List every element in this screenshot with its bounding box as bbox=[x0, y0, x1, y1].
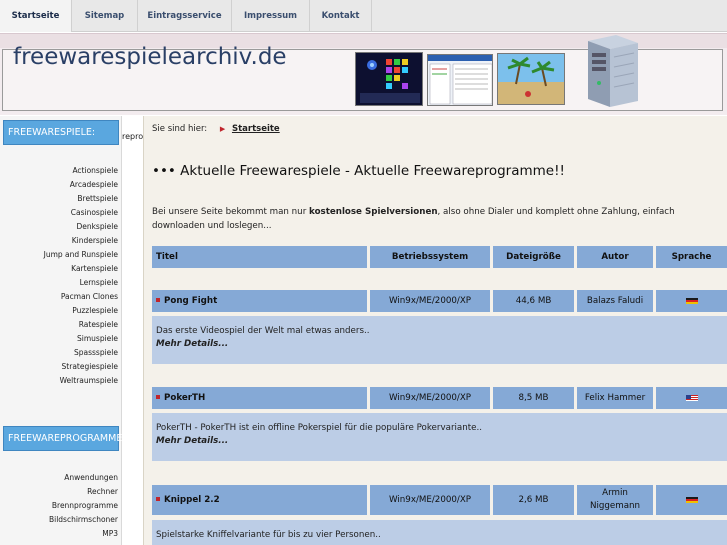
sidebar-item-ratespiele[interactable]: Ratespiele bbox=[0, 318, 120, 332]
sidebar-heading-freewareprogramme: FREEWAREPROGRAMME: bbox=[3, 426, 126, 451]
sidebar-item-strategiespiele[interactable]: Strategiespiele bbox=[0, 360, 120, 374]
column-header-betriebssystem: Betriebssystem bbox=[370, 246, 490, 268]
site-title[interactable]: freewarespielearchiv.de bbox=[13, 44, 287, 70]
language-cell bbox=[656, 485, 727, 515]
intro-text-bold: kostenlose Spielversionen bbox=[309, 207, 438, 217]
sidebar-item-pacman-clones[interactable]: Pacman Clones bbox=[0, 290, 120, 304]
us-flag-icon bbox=[685, 394, 698, 401]
server-tower-icon bbox=[574, 33, 644, 109]
game-title[interactable]: Pong Fight bbox=[164, 296, 217, 306]
sidebar-item-kinderspiele[interactable]: Kinderspiele bbox=[0, 234, 120, 248]
page-heading: ••• Aktuelle Freewarespiele - Aktuelle F… bbox=[152, 163, 565, 179]
sidebar-list-programs: Anwendungen Rechner Brennprogramme Bilds… bbox=[0, 471, 120, 541]
sidebar-item-rechner[interactable]: Rechner bbox=[0, 485, 120, 499]
game-description: Das erste Videospiel der Welt mal etwas … bbox=[152, 316, 727, 364]
sidebar-item-arcadespiele[interactable]: Arcadespiele bbox=[0, 178, 120, 192]
game-title[interactable]: PokerTH bbox=[164, 393, 205, 403]
game-description: Spielstarke Kniffelvariante für bis zu v… bbox=[152, 520, 727, 545]
sidebar-item-actionspiele[interactable]: Actionspiele bbox=[0, 164, 120, 178]
program-screenshot-art bbox=[428, 55, 492, 105]
description-text: Das erste Videospiel der Welt mal etwas … bbox=[156, 326, 370, 336]
game-screenshot-1-art bbox=[356, 53, 422, 105]
author-first-name: Armin bbox=[602, 488, 628, 498]
bullet-icon bbox=[156, 394, 160, 399]
sidebar-heading-freewarespiele: FREEWARESPIELE: bbox=[3, 120, 119, 145]
size-cell: 44,6 MB bbox=[493, 290, 574, 312]
description-text: Spielstarke Kniffelvariante für bis zu v… bbox=[156, 530, 381, 540]
program-screenshot bbox=[427, 54, 493, 106]
sidebar-item-casinospiele[interactable]: Casinospiele bbox=[0, 206, 120, 220]
author-cell: Armin Niggemann bbox=[577, 485, 653, 515]
nav-eintragsservice[interactable]: Eintragsservice bbox=[138, 0, 232, 32]
sidebar-item-anwendungen[interactable]: Anwendungen bbox=[0, 471, 120, 485]
sidebar-item-denkspiele[interactable]: Denkspiele bbox=[0, 220, 120, 234]
author-cell: Balazs Faludi bbox=[577, 290, 653, 312]
island-screenshot bbox=[497, 53, 565, 105]
sidebar-item-bildschirmschoner[interactable]: Bildschirmschoner bbox=[0, 513, 120, 527]
game-title-cell[interactable]: PokerTH bbox=[152, 387, 367, 409]
sidebar-item-kartenspiele[interactable]: Kartenspiele bbox=[0, 262, 120, 276]
sidebar-list-games: Actionspiele Arcadespiele Brettspiele Ca… bbox=[0, 164, 120, 388]
sidebar-item-brennprogramme[interactable]: Brennprogramme bbox=[0, 499, 120, 513]
intro-text-start: Bei unsere Seite bekommt man nur bbox=[152, 207, 310, 217]
sidebar: FREEWARESPIELE: Actionspiele Arcadespiel… bbox=[0, 116, 126, 545]
nav-sitemap[interactable]: Sitemap bbox=[72, 0, 138, 32]
nav-kontakt[interactable]: Kontakt bbox=[310, 0, 372, 32]
nav-impressum[interactable]: Impressum bbox=[232, 0, 310, 32]
game-title[interactable]: Knippel 2.2 bbox=[164, 495, 220, 505]
intro-text: Bei unsere Seite bekommt man nur kostenl… bbox=[152, 205, 724, 233]
column-header-titel: Titel bbox=[152, 246, 367, 268]
german-flag-icon bbox=[685, 297, 698, 304]
column-header-autor: Autor bbox=[577, 246, 653, 268]
os-cell: Win9x/ME/2000/XP bbox=[370, 485, 490, 515]
sidebar-item-weltraumspiele[interactable]: Weltraumspiele bbox=[0, 374, 120, 388]
game-description: PokerTH - PokerTH ist ein offline Pokers… bbox=[152, 413, 727, 461]
nav-startseite[interactable]: Startseite bbox=[0, 0, 72, 32]
sidebar-item-puzzlespiele[interactable]: Puzzlespiele bbox=[0, 304, 120, 318]
more-details-link[interactable]: Mehr Details... bbox=[156, 435, 723, 448]
breadcrumb-arrow-icon: ▶ bbox=[219, 125, 226, 133]
island-screenshot-art bbox=[498, 54, 564, 104]
bullet-icon bbox=[156, 496, 160, 501]
os-cell: Win9x/ME/2000/XP bbox=[370, 290, 490, 312]
bullet-icon bbox=[156, 297, 160, 302]
game-title-cell[interactable]: Pong Fight bbox=[152, 290, 367, 312]
description-text: PokerTH - PokerTH ist ein offline Pokers… bbox=[156, 423, 483, 433]
sidebar-item-brettspiele[interactable]: Brettspiele bbox=[0, 192, 120, 206]
author-cell: Felix Hammer bbox=[577, 387, 653, 409]
sidebar-item-spassspiele[interactable]: Spassspiele bbox=[0, 346, 120, 360]
size-cell: 8,5 MB bbox=[493, 387, 574, 409]
os-cell: Win9x/ME/2000/XP bbox=[370, 387, 490, 409]
column-header-sprache: Sprache bbox=[656, 246, 727, 268]
more-details-link[interactable]: Mehr Details... bbox=[156, 338, 723, 351]
game-title-cell[interactable]: Knippel 2.2 bbox=[152, 485, 367, 515]
sidebar-item-lernspiele[interactable]: Lernspiele bbox=[0, 276, 120, 290]
game-screenshot-1 bbox=[355, 52, 423, 106]
language-cell bbox=[656, 387, 727, 409]
breadcrumb-label: Sie sind hier: bbox=[152, 124, 208, 134]
sidebar-item-simuspiele[interactable]: Simuspiele bbox=[0, 332, 120, 346]
author-last-name: Niggemann bbox=[589, 501, 641, 511]
server-tower-art bbox=[588, 35, 638, 107]
german-flag-icon bbox=[685, 496, 698, 503]
breadcrumb: Sie sind hier: ▶ Startseite bbox=[152, 124, 280, 134]
top-navigation: Startseite Sitemap Eintragsservice Impre… bbox=[0, 0, 727, 32]
main-content: Sie sind hier: ▶ Startseite ••• Aktuelle… bbox=[143, 116, 727, 545]
size-cell: 2,6 MB bbox=[493, 485, 574, 515]
sidebar-item-jump-and-runspiele[interactable]: Jump and Runspiele bbox=[0, 248, 120, 262]
language-cell bbox=[656, 290, 727, 312]
sidebar-item-mp3[interactable]: MP3 bbox=[0, 527, 120, 541]
breadcrumb-link-startseite[interactable]: Startseite bbox=[232, 124, 280, 134]
column-header-dateigroesse: Dateigröße bbox=[493, 246, 574, 268]
